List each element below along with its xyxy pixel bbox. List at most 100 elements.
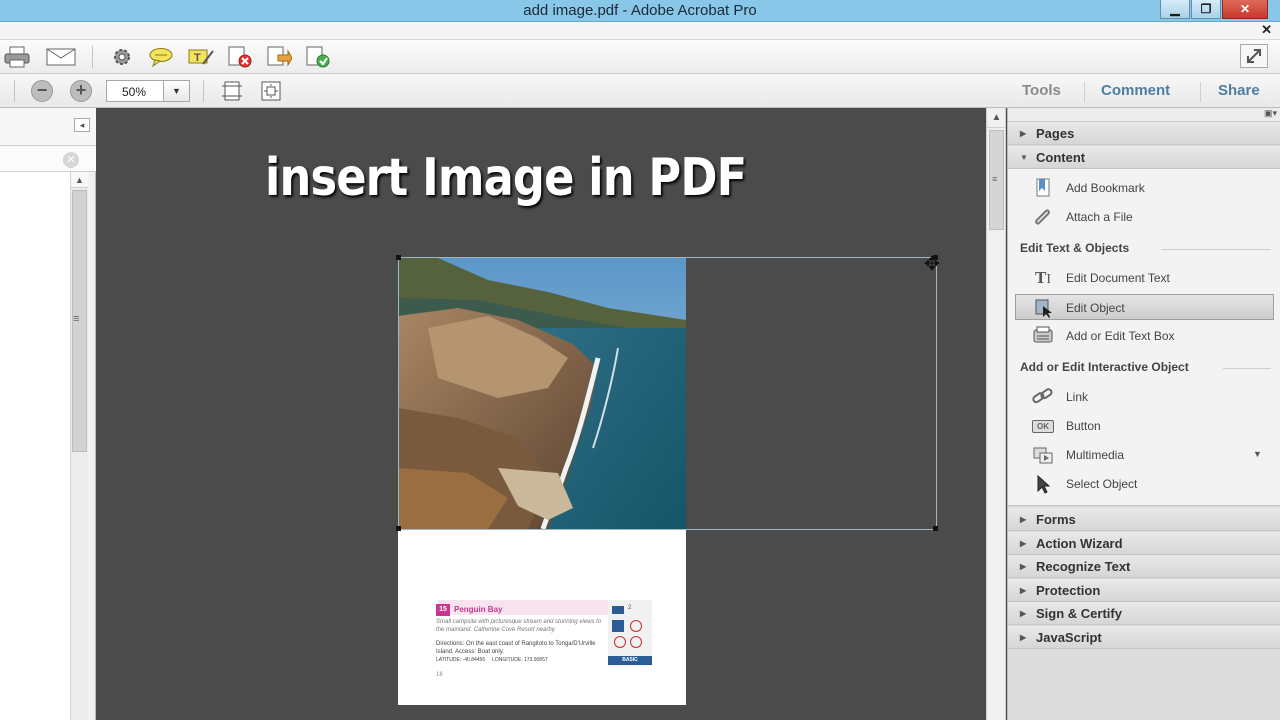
ok-glyph: OK [1032, 420, 1054, 433]
group-divider [1223, 368, 1271, 369]
maximize-button[interactable]: ❐ [1191, 0, 1221, 19]
collapsed-arrow-icon: ▶ [1020, 539, 1027, 548]
tool-edit-object[interactable]: Edit Object [1015, 294, 1274, 320]
tool-edit-document-text[interactable]: TI Edit Document Text [1008, 265, 1280, 291]
minimize-button[interactable]: ▁ [1160, 0, 1190, 19]
section-javascript[interactable]: ▶ JavaScript [1008, 626, 1280, 649]
expanded-arrow-icon: ▼ [1020, 153, 1028, 162]
section-pages-label: Pages [1036, 126, 1075, 141]
collapsed-arrow-icon: ▶ [1020, 633, 1027, 642]
section-sign-certify[interactable]: ▶ Sign & Certify [1008, 602, 1280, 625]
pointer-icon [1032, 474, 1054, 494]
tab-separator [1084, 82, 1085, 102]
send-for-review-icon[interactable] [264, 44, 294, 70]
tools-pane-header: ▣▾ [1008, 108, 1280, 122]
text-edit-icon: TI [1034, 268, 1051, 287]
zoom-input[interactable]: 50% [106, 80, 164, 102]
section-recognize-text-label: Recognize Text [1036, 559, 1131, 574]
resize-handle[interactable] [396, 255, 401, 260]
tool-button[interactable]: OK Button [1008, 413, 1280, 439]
toolbar-separator [14, 80, 15, 102]
highlight-text-icon[interactable]: T [186, 44, 216, 70]
full-screen-icon[interactable] [1240, 44, 1268, 68]
collapse-pane-icon[interactable]: ◂ [74, 118, 90, 132]
group-divider [1161, 249, 1271, 250]
window-title: add image.pdf - Adobe Acrobat Pro [523, 2, 757, 19]
pane-resize-grip-icon[interactable]: ≡ [73, 313, 79, 325]
resize-handle[interactable] [396, 526, 401, 531]
multimedia-icon [1032, 445, 1054, 465]
card-directions: Directions: On the east coast of Rangito… [436, 641, 596, 655]
section-forms[interactable]: ▶ Forms [1008, 508, 1280, 531]
clear-icon[interactable]: ✕ [63, 152, 79, 168]
multimedia-dropdown-icon[interactable]: ▼ [1253, 449, 1262, 459]
printer-icon[interactable] [2, 44, 32, 70]
section-content-label: Content [1036, 150, 1086, 165]
main-toolbar: T [0, 40, 1280, 74]
tool-add-bookmark[interactable]: Add Bookmark [1008, 175, 1280, 201]
email-icon[interactable] [46, 44, 76, 70]
navigation-pane: ◂ ✕ ▲ ≡ [0, 108, 96, 720]
section-sign-certify-label: Sign & Certify [1036, 606, 1122, 621]
tab-share[interactable]: Share [1218, 82, 1260, 99]
tab-comment[interactable]: Comment [1101, 82, 1170, 99]
card-category-badge: BASIC [608, 656, 652, 665]
boat-icon [612, 620, 624, 632]
close-button[interactable]: ✕ [1222, 0, 1268, 19]
no-vehicles-icon [630, 636, 642, 648]
tool-label: Link [1066, 390, 1089, 404]
toolbar-separator [92, 46, 93, 68]
zoom-out-button[interactable]: − [29, 79, 55, 103]
toolbar-separator [203, 80, 204, 102]
section-javascript-label: JavaScript [1036, 630, 1102, 645]
card-coordinates: LATITUDE: -40.84456 LONGITUDE: 173.90857 [436, 657, 606, 663]
tent-icon [612, 606, 624, 614]
pane-options-icon[interactable]: ▣▾ [1264, 108, 1277, 119]
tool-attach-file[interactable]: Attach a File [1008, 204, 1280, 230]
section-content[interactable]: ▼ Content [1008, 146, 1280, 169]
comment-bubble-icon[interactable] [146, 44, 176, 70]
tool-label: Edit Object [1066, 301, 1125, 315]
card-title: Penguin Bay [454, 605, 503, 614]
navigation-pane-scrollbar[interactable]: ▲ [70, 172, 88, 720]
edit-object-icon [1033, 298, 1055, 318]
export-icon[interactable] [303, 44, 333, 70]
scroll-grip-icon: ≡ [992, 174, 998, 184]
zoom-dropdown-button[interactable]: ▼ [164, 80, 190, 102]
page-footer-number: 16 [436, 672, 443, 678]
minus-icon: − [31, 80, 53, 102]
reject-icon[interactable] [225, 44, 255, 70]
collapsed-arrow-icon: ▶ [1020, 609, 1027, 618]
resize-handle[interactable] [933, 526, 938, 531]
card-number: 15 [436, 604, 450, 616]
fit-page-icon[interactable] [217, 78, 247, 104]
collapsed-arrow-icon: ▶ [1020, 129, 1027, 138]
tool-link[interactable]: Link [1008, 384, 1280, 410]
typewriter-icon [1032, 326, 1054, 346]
move-cursor-icon: ✥ [924, 254, 940, 275]
tool-multimedia[interactable]: Multimedia ▼ [1008, 442, 1280, 468]
document-scrollbar[interactable]: ▲ ≡ [986, 108, 1006, 720]
navigation-pane-header: ◂ [0, 108, 96, 146]
fit-width-icon[interactable] [256, 78, 286, 104]
plus-icon: + [70, 80, 92, 102]
section-action-wizard[interactable]: ▶ Action Wizard [1008, 532, 1280, 555]
tool-select-object[interactable]: Select Object [1008, 471, 1280, 497]
section-recognize-text[interactable]: ▶ Recognize Text [1008, 555, 1280, 578]
close-document-button[interactable]: ✕ [1261, 22, 1272, 38]
tab-tools[interactable]: Tools [1022, 82, 1061, 99]
tool-add-edit-text-box[interactable]: Add or Edit Text Box [1008, 323, 1280, 349]
content-section-body: Add Bookmark Attach a File Edit Text & O… [1008, 169, 1280, 506]
campsite-card: 15 Penguin Bay Small campsite with pictu… [430, 598, 652, 670]
section-forms-label: Forms [1036, 512, 1076, 527]
scroll-up-icon[interactable]: ▲ [987, 108, 1006, 128]
link-icon [1032, 387, 1054, 407]
edit-object-selection-box[interactable] [396, 255, 938, 531]
scroll-up-icon[interactable]: ▲ [71, 172, 88, 188]
zoom-in-button[interactable]: + [68, 79, 94, 103]
section-pages[interactable]: ▶ Pages [1008, 122, 1280, 145]
collapsed-arrow-icon: ▶ [1020, 586, 1027, 595]
tool-label: Attach a File [1066, 210, 1133, 224]
gear-icon[interactable] [107, 44, 137, 70]
section-protection[interactable]: ▶ Protection [1008, 579, 1280, 602]
